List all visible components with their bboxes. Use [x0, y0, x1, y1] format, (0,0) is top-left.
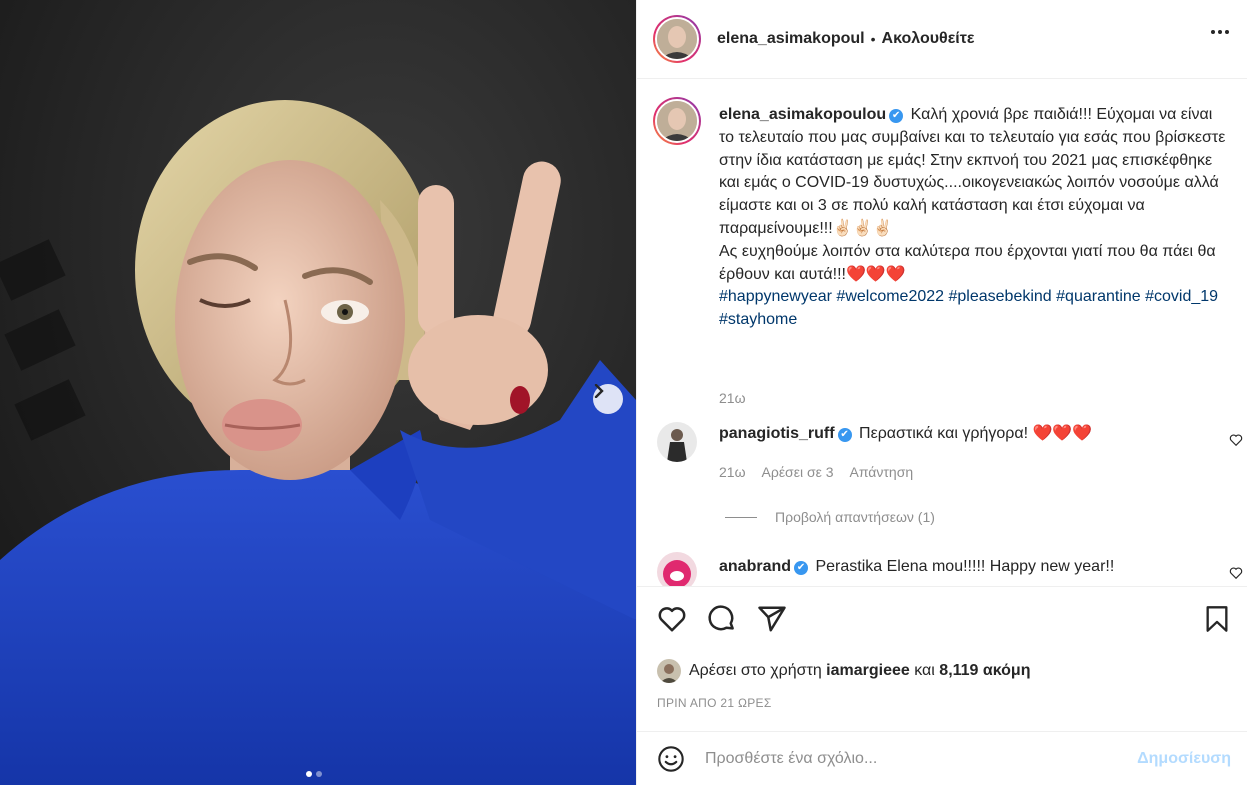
post-comment-button[interactable]: Δημοσίευση: [1137, 750, 1231, 768]
bookmark-icon[interactable]: [1203, 604, 1231, 634]
more-horizontal-icon[interactable]: [1211, 30, 1229, 34]
hashtag[interactable]: #welcome2022: [836, 288, 944, 305]
comment-likes[interactable]: Αρέσει σε 3: [762, 464, 834, 480]
like-comment-heart-icon[interactable]: [1229, 433, 1243, 447]
verified-badge-icon: ✔: [837, 428, 852, 442]
view-replies-button[interactable]: Προβολή απαντήσεων (1): [725, 509, 935, 525]
comment-icon[interactable]: [707, 604, 737, 634]
caption-username[interactable]: elena_asimakopoulou: [719, 106, 886, 123]
caption-hashtags: #happynewyear #welcome2022 #pleasebekind…: [719, 288, 1218, 328]
hashtag[interactable]: #covid_19: [1145, 288, 1218, 305]
post-actions: [657, 604, 1231, 636]
caption-body: Καλή χρονιά βρε παιδιά!!! Εύχομαι να είν…: [719, 106, 1226, 237]
verified-badge-icon: ✔: [889, 109, 904, 123]
photo-illustration: [0, 0, 636, 785]
comment-2: anabrand ✔ Perastika Elena mou!!!!! Happy…: [719, 556, 1247, 579]
liker-avatar[interactable]: [657, 659, 681, 683]
reply-button[interactable]: Απάντηση: [850, 464, 914, 480]
author-username[interactable]: elena_asimakopoul: [717, 30, 865, 48]
hashtag[interactable]: #happynewyear: [719, 288, 832, 305]
divider: [725, 516, 757, 518]
likes-and: και: [914, 662, 935, 679]
next-photo-button[interactable]: [593, 384, 623, 414]
post-details-panel: elena_asimakopoul • Ακολουθείτε elena_as…: [636, 0, 1247, 785]
share-icon[interactable]: [757, 604, 787, 634]
comment-time[interactable]: 21ω: [719, 464, 746, 480]
carousel-dot: [316, 771, 322, 777]
caption-meta: 21ω: [719, 390, 746, 406]
likes-prefix: Αρέσει στο χρήστη: [689, 662, 822, 679]
comment-text: Perastika Elena mou!!!!! Happy new year!…: [815, 558, 1115, 575]
emoji-icon[interactable]: [657, 745, 685, 773]
comment-text: Περαστικά και γρήγορα! ❤️❤️❤️: [859, 425, 1093, 442]
carousel-dot-active: [306, 771, 312, 777]
comment-input[interactable]: [705, 749, 1138, 768]
view-replies-label: Προβολή απαντήσεων (1): [775, 509, 935, 525]
caption-avatar[interactable]: [653, 97, 701, 145]
likes-count[interactable]: 8,119 ακόμη: [939, 662, 1030, 680]
caption-body-2: Ας ευχηθούμε λοιπόν στα καλύτερα που έρχ…: [719, 242, 1216, 283]
caption-time[interactable]: 21ω: [719, 390, 746, 406]
post-header: elena_asimakopoul • Ακολουθείτε: [637, 0, 1247, 79]
likes-summary: Αρέσει στο χρήστη iamargieee και 8,119 α…: [657, 659, 1030, 683]
actions-divider: [637, 586, 1247, 587]
liker-username[interactable]: iamargieee: [826, 662, 910, 680]
caption-text: elena_asimakopoulou ✔ Καλή χρονιά βρε παι…: [719, 104, 1231, 332]
comment-username[interactable]: anabrand: [719, 558, 791, 575]
post-photo[interactable]: [0, 0, 636, 785]
verified-badge-icon: ✔: [794, 561, 809, 575]
author-avatar[interactable]: [653, 15, 701, 63]
hashtag[interactable]: #quarantine: [1056, 288, 1141, 305]
heart-icon[interactable]: [657, 604, 687, 634]
like-comment-heart-icon[interactable]: [1229, 566, 1243, 580]
comments-section: elena_asimakopoulou ✔ Καλή χρονιά βρε παι…: [637, 80, 1247, 586]
separator-dot: •: [870, 31, 876, 47]
following-button[interactable]: Ακολουθείτε: [882, 30, 975, 48]
hashtag[interactable]: #stayhome: [719, 311, 797, 328]
chevron-right-icon: [594, 384, 604, 398]
carousel-indicator: [306, 771, 322, 777]
comment-username[interactable]: panagiotis_ruff: [719, 425, 835, 442]
post-timestamp[interactable]: ΠΡΙΝ ΑΠΟ 21 ΩΡΕΣ: [657, 696, 772, 710]
commenter-avatar[interactable]: [657, 552, 697, 586]
hashtag[interactable]: #pleasebekind: [949, 288, 1052, 305]
comment-composer: Δημοσίευση: [637, 731, 1247, 785]
comment-meta: 21ω Αρέσει σε 3 Απάντηση: [719, 464, 913, 480]
comment-1: panagiotis_ruff ✔ Περαστικά και γρήγορα! …: [719, 423, 1247, 446]
commenter-avatar[interactable]: [657, 422, 697, 462]
